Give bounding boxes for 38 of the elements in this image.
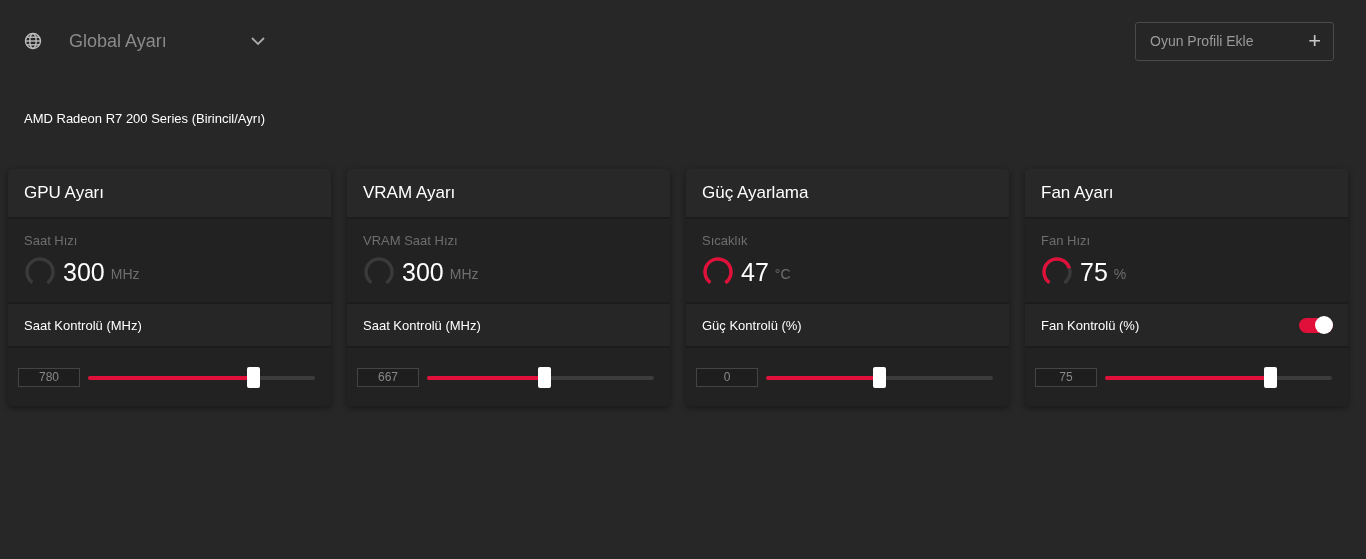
profile-dropdown[interactable]: Global Ayarı <box>69 30 265 52</box>
card-title: VRAM Ayarı <box>363 183 456 203</box>
metric-unit: MHz <box>110 266 140 282</box>
card-title: Fan Ayarı <box>1041 183 1114 203</box>
slider-thumb[interactable] <box>246 366 260 388</box>
card-title: Güç Ayarlama <box>702 183 809 203</box>
value-input[interactable]: 780 <box>18 367 80 387</box>
globe-icon <box>24 32 42 50</box>
value-input[interactable]: 75 <box>1035 367 1097 387</box>
control-label: Saat Kontrolü (MHz) <box>24 317 142 333</box>
control-label: Saat Kontrolü (MHz) <box>363 317 481 333</box>
value-input[interactable]: 667 <box>357 367 419 387</box>
slider[interactable] <box>1105 366 1332 388</box>
card-title: GPU Ayarı <box>24 183 104 203</box>
metric-label: Saat Hızı <box>24 233 78 248</box>
slider[interactable] <box>88 366 315 388</box>
add-game-profile-button[interactable]: Oyun Profili Ekle + <box>1135 21 1334 61</box>
control-label: Fan Kontrolü (%) <box>1041 317 1140 333</box>
metric-value: 75 <box>1080 257 1108 287</box>
slider-thumb[interactable] <box>872 366 886 388</box>
metric-value: 300 <box>63 257 105 287</box>
value-input[interactable]: 0 <box>696 367 758 387</box>
slider[interactable] <box>766 366 993 388</box>
metric-unit: °C <box>774 266 791 282</box>
control-label: Güç Kontrolü (%) <box>702 317 802 333</box>
metric-label: VRAM Saat Hızı <box>363 233 458 248</box>
device-name: AMD Radeon R7 200 Series (Birincil/Ayrı) <box>24 111 267 127</box>
slider[interactable] <box>427 366 654 388</box>
toggle-switch[interactable] <box>1299 317 1333 333</box>
metric-label: Fan Hızı <box>1041 233 1091 248</box>
metric-label: Sıcaklık <box>702 233 748 248</box>
metric-unit: % <box>1113 266 1127 282</box>
slider-thumb[interactable] <box>1263 366 1277 388</box>
slider-thumb[interactable] <box>538 366 552 388</box>
metric-value: 300 <box>402 257 444 287</box>
metric-unit: MHz <box>449 266 479 282</box>
metric-value: 47 <box>741 257 769 287</box>
chevron-down-icon <box>251 36 265 46</box>
